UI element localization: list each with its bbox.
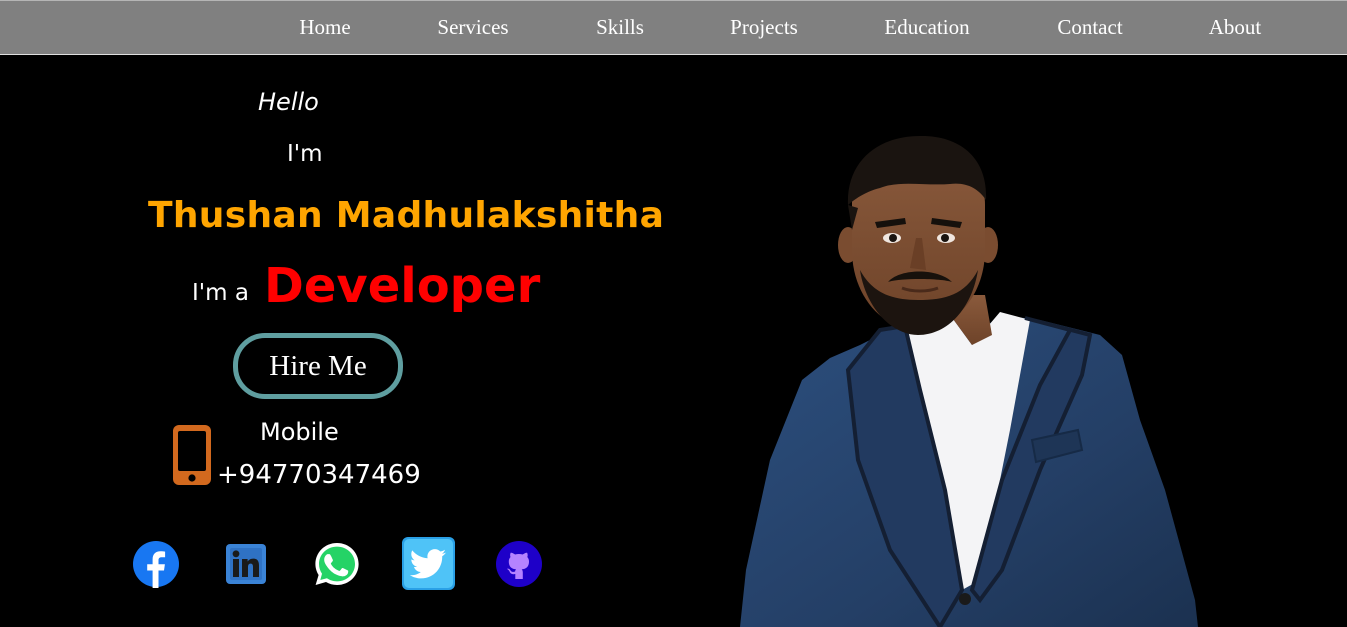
twitter-icon[interactable] [401,536,456,591]
role-prefix-text: I'm a [192,280,249,306]
greeting-text: Hello [258,88,319,116]
nav-link-contact[interactable]: Contact [1057,15,1122,39]
top-navigation-bar: Home Services Skills Projects Education … [0,0,1347,55]
linkedin-icon[interactable] [225,543,267,585]
nav-link-education[interactable]: Education [884,15,969,39]
hire-me-button[interactable]: Hire Me [233,333,403,399]
person-name: Thushan Madhulakshitha [148,195,665,236]
whatsapp-icon[interactable] [312,540,362,588]
nav-link-about[interactable]: About [1209,15,1262,39]
nav-link-services[interactable]: Services [437,15,508,39]
mobile-label: Mobile [260,418,339,446]
nav-link-skills[interactable]: Skills [596,15,644,39]
nav-link-home[interactable]: Home [299,15,350,39]
portfolio-page: Home Services Skills Projects Education … [0,0,1347,627]
mobile-phone-icon [173,425,211,485]
facebook-icon[interactable] [132,540,180,588]
role-title: Developer [264,258,541,314]
nav-link-projects[interactable]: Projects [730,15,798,39]
mobile-number: +94770347469 [217,460,421,490]
intro-text: I'm [287,141,323,167]
profile-photo [740,135,1198,627]
github-icon[interactable] [495,540,543,588]
